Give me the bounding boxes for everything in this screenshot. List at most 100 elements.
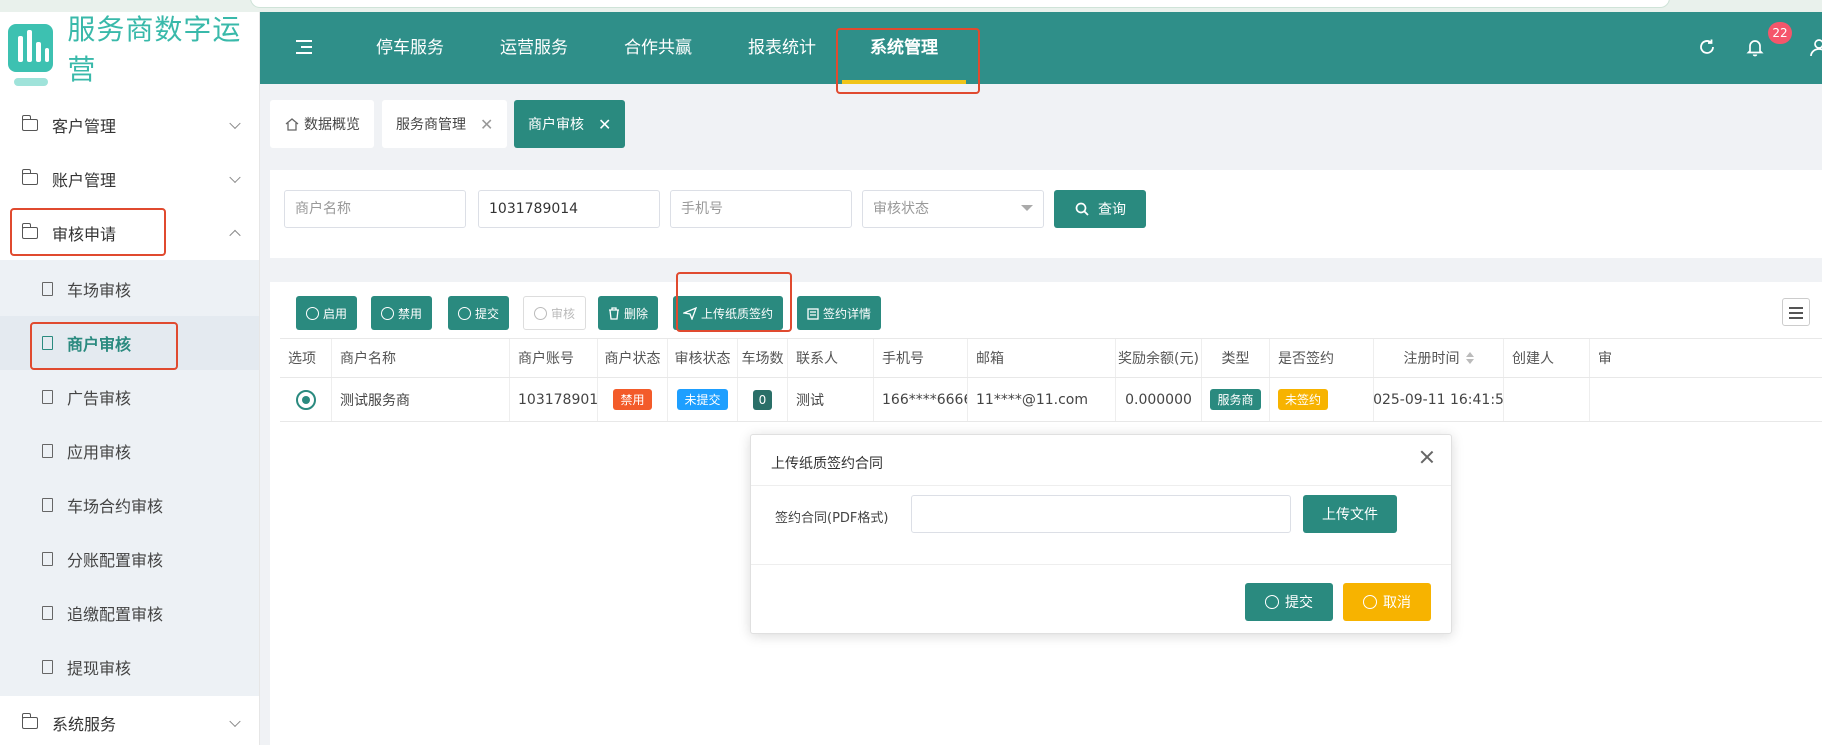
- review-button[interactable]: 审核: [523, 296, 587, 330]
- col-header-signed: 是否签约: [1270, 339, 1374, 377]
- document-icon: [42, 390, 53, 404]
- sidebar-subitem-withdraw-review[interactable]: 提现审核: [0, 640, 259, 694]
- nav-operation-service[interactable]: 运营服务: [500, 12, 568, 84]
- contract-field-label: 签约合同(PDF格式): [775, 511, 889, 526]
- delete-button[interactable]: 删除: [598, 296, 659, 330]
- sidebar-subitem-parking-review[interactable]: 车场审核: [0, 262, 259, 316]
- x-circle-icon: [1363, 595, 1377, 609]
- col-header-registered[interactable]: 注册时间: [1374, 339, 1504, 377]
- submit-button[interactable]: 提交: [448, 296, 510, 330]
- tab-label: 服务商管理: [396, 117, 466, 133]
- cell-balance: 0.000000: [1116, 378, 1202, 421]
- row-radio[interactable]: [295, 389, 316, 410]
- phone-input[interactable]: [670, 190, 852, 228]
- col-header-lot-count: 车场数: [738, 339, 788, 377]
- subitem-label: 车场审核: [67, 281, 132, 300]
- cell-contact: 测试: [788, 378, 874, 421]
- subitem-label: 分账配置审核: [67, 551, 164, 570]
- highlight-box-upload-contract: [676, 272, 792, 332]
- col-header-email: 邮箱: [968, 339, 1116, 377]
- browser-strip: [0, 0, 1822, 12]
- user-icon[interactable]: [1808, 36, 1822, 58]
- table-row[interactable]: 测试服务商 1031789014 禁用 未提交 0 测试 166****6666…: [280, 378, 1822, 422]
- upload-contract-dialog: 上传纸质签约合同 签约合同(PDF格式) 上传文件 提交 取消: [750, 434, 1452, 634]
- button-label: 启用: [323, 306, 348, 321]
- ban-icon: [381, 306, 394, 320]
- tab-label: 数据概览: [304, 117, 360, 133]
- tab-dashboard[interactable]: 数据概览: [270, 100, 374, 148]
- select-placeholder: 审核状态: [873, 201, 929, 217]
- merchant-account-input[interactable]: [478, 190, 660, 228]
- query-label: 查询: [1098, 202, 1126, 218]
- sidebar-item-accounts[interactable]: 账户管理: [0, 152, 259, 206]
- document-icon: [42, 552, 53, 566]
- count-badge: 0: [752, 389, 773, 410]
- folder-icon: [21, 115, 38, 131]
- sidebar-subitem-lot-contract-review[interactable]: 车场合约审核: [0, 478, 259, 532]
- chevron-up-icon: [229, 229, 241, 242]
- sort-icon: [1465, 352, 1474, 364]
- subitem-label: 提现审核: [67, 659, 132, 678]
- cell-name: 测试服务商: [332, 378, 510, 421]
- tab-provider-management[interactable]: 服务商管理 ✕: [382, 100, 508, 148]
- cell-signed: 未签约: [1270, 378, 1374, 421]
- subitem-label: 应用审核: [67, 443, 132, 462]
- table-header: 选项 商户名称 商户账号 商户状态 审核状态 车场数 联系人 手机号 邮箱 奖励…: [280, 338, 1822, 378]
- check-circle-icon: [306, 306, 319, 320]
- sidebar-item-customers[interactable]: 客户管理: [0, 98, 259, 152]
- close-icon[interactable]: ✕: [480, 115, 493, 134]
- chevron-down-icon: [1021, 205, 1033, 211]
- divider: [751, 485, 1451, 486]
- query-button[interactable]: 查询: [1054, 190, 1146, 228]
- disable-button[interactable]: 禁用: [371, 296, 433, 330]
- sidebar-subitem-recovery-config-review[interactable]: 追缴配置审核: [0, 586, 259, 640]
- dialog-title: 上传纸质签约合同: [771, 456, 883, 472]
- bell-icon[interactable]: [1744, 36, 1766, 58]
- review-status-select[interactable]: 审核状态: [862, 190, 1044, 228]
- dialog-submit-button[interactable]: 提交: [1245, 583, 1333, 621]
- button-label: 提交: [475, 306, 500, 321]
- cell-type: 服务商: [1202, 378, 1270, 421]
- column-settings-button[interactable]: [1782, 298, 1810, 326]
- col-header-select: 选项: [280, 339, 332, 377]
- close-icon[interactable]: ✕: [598, 115, 611, 134]
- sidebar-item-system-service[interactable]: 系统服务: [0, 696, 259, 745]
- menu-toggle-icon[interactable]: [296, 40, 314, 54]
- col-header-creator: 创建人: [1504, 339, 1590, 377]
- subitem-label: 车场合约审核: [67, 497, 164, 516]
- cell-lot-count: 0: [738, 378, 788, 421]
- check-circle-icon: [534, 306, 547, 320]
- cell-phone: 166****6666: [874, 378, 968, 421]
- col-header-contact: 联系人: [788, 339, 874, 377]
- highlight-box-system-management: [836, 28, 980, 94]
- upload-file-button[interactable]: 上传文件: [1303, 495, 1397, 533]
- search-panel: 审核状态 查询: [270, 170, 1822, 258]
- col-header-type: 类型: [1202, 339, 1270, 377]
- nav-parking-service[interactable]: 停车服务: [376, 12, 444, 84]
- col-header-balance: 奖励余额(元): [1116, 339, 1202, 377]
- contract-detail-button[interactable]: 签约详情: [797, 296, 882, 330]
- contract-file-input[interactable]: [911, 495, 1291, 533]
- enable-button[interactable]: 启用: [296, 296, 358, 330]
- tab-merchant-review[interactable]: 商户审核 ✕: [514, 100, 626, 148]
- status-badge: 禁用: [613, 389, 652, 410]
- trash-icon: [609, 306, 619, 320]
- sidebar-subitem-ad-review[interactable]: 广告审核: [0, 370, 259, 424]
- merchant-name-input[interactable]: [284, 190, 466, 228]
- nav-reports[interactable]: 报表统计: [748, 12, 816, 84]
- sidebar-subitem-split-config-review[interactable]: 分账配置审核: [0, 532, 259, 586]
- refresh-icon[interactable]: [1696, 36, 1718, 58]
- type-badge: 服务商: [1210, 389, 1261, 410]
- sidebar-subitem-app-review[interactable]: 应用审核: [0, 424, 259, 478]
- close-icon[interactable]: [1419, 449, 1435, 465]
- button-label: 取消: [1383, 595, 1411, 611]
- chevron-down-icon: [229, 117, 241, 130]
- cell-review-status: 未提交: [668, 378, 738, 421]
- dialog-cancel-button[interactable]: 取消: [1343, 583, 1431, 621]
- top-header: 停车服务 运营服务 合作共赢 报表统计 系统管理 22: [260, 12, 1822, 84]
- row-select-radio-cell[interactable]: [280, 378, 332, 421]
- nav-cooperation[interactable]: 合作共赢: [624, 12, 692, 84]
- highlight-box-merchant-review: [30, 322, 178, 370]
- app-title: 服务商数字运营: [67, 13, 242, 86]
- col-header-name: 商户名称: [332, 339, 510, 377]
